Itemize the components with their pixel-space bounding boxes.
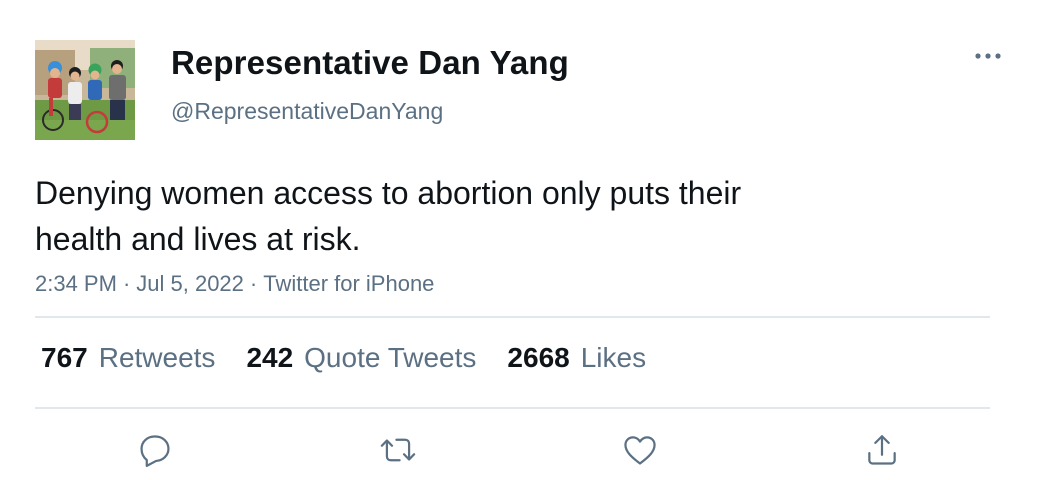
author-handle[interactable]: @RepresentativeDanYang (171, 98, 443, 125)
retweets-count: 767 (41, 342, 88, 373)
likes-count: 2668 (507, 342, 570, 373)
divider (35, 316, 990, 318)
tweet-text-line: Denying women access to abortion only pu… (35, 175, 742, 211)
tweet-time[interactable]: 2:34 PM (35, 271, 117, 296)
quote-tweets-stat[interactable]: 242 Quote Tweets (246, 342, 476, 374)
divider (35, 407, 990, 409)
author-display-name[interactable]: Representative Dan Yang (171, 44, 569, 82)
retweet-icon (380, 438, 416, 462)
tweet-stats: 767 Retweets 242 Quote Tweets 2668 Likes (41, 342, 677, 374)
ellipsis-icon (975, 53, 1001, 59)
like-button[interactable] (618, 428, 662, 472)
more-options-button[interactable] (970, 42, 1006, 70)
retweet-button[interactable] (376, 428, 420, 472)
reply-icon (140, 435, 170, 467)
retweets-stat[interactable]: 767 Retweets (41, 342, 215, 374)
likes-stat[interactable]: 2668 Likes (507, 342, 646, 374)
family-photo-avatar-icon (35, 40, 135, 140)
tweet-meta: 2:34 PM · Jul 5, 2022 · Twitter for iPhone (35, 271, 434, 297)
quote-tweets-label: Quote Tweets (304, 342, 477, 373)
quote-tweets-count: 242 (246, 342, 294, 373)
tweet-text-line: health and lives at risk. (35, 221, 361, 257)
avatar[interactable] (35, 40, 135, 140)
tweet-text: Denying women access to abortion only pu… (35, 170, 915, 262)
likes-label: Likes (580, 342, 647, 373)
meta-separator: · (249, 271, 258, 296)
tweet-source[interactable]: Twitter for iPhone (263, 271, 434, 296)
heart-icon (624, 436, 656, 465)
reply-button[interactable] (133, 428, 177, 472)
retweets-label: Retweets (98, 342, 216, 373)
share-icon (868, 435, 896, 465)
tweet-date[interactable]: Jul 5, 2022 (136, 271, 244, 296)
meta-separator: · (122, 271, 131, 296)
share-button[interactable] (860, 428, 904, 472)
